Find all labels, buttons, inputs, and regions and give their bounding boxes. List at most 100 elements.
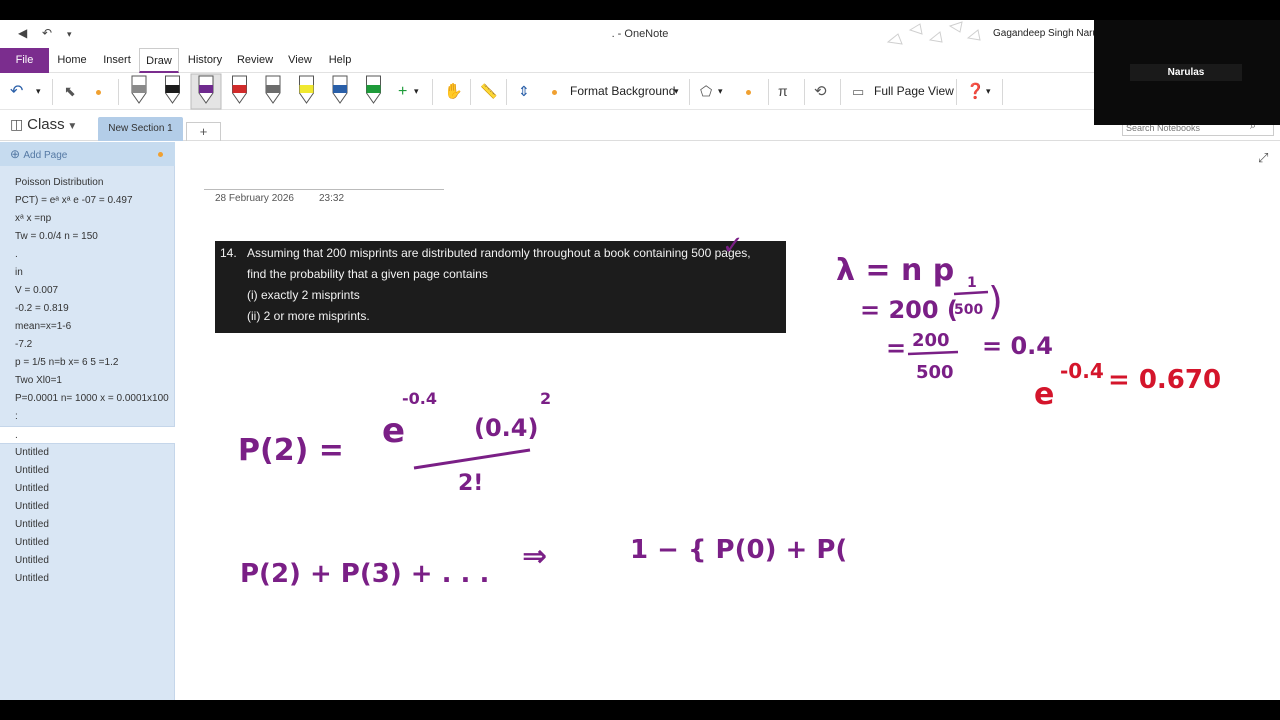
page-list-item[interactable]: in — [0, 264, 175, 282]
add-section-button[interactable]: + — [186, 122, 221, 141]
notebook-selector[interactable]: ◫ Class ▼ — [10, 116, 77, 133]
pen-icon[interactable] — [366, 75, 381, 104]
add-page-dot-icon — [158, 152, 163, 157]
video-participant-name: Narulas — [1130, 64, 1242, 81]
pen-icon[interactable] — [299, 75, 314, 104]
page-list-item[interactable]: Untitled — [0, 516, 175, 534]
page-list-item[interactable]: -0.2 = 0.819 — [0, 300, 175, 318]
convert-dot-icon[interactable] — [746, 73, 751, 110]
select-arrow-icon[interactable]: ⬉ — [64, 73, 76, 110]
ink-complement: 1 − { P(0) + P( — [630, 535, 847, 565]
undo-dropdown-icon[interactable]: ▾ — [36, 73, 41, 110]
tab-home[interactable]: Home — [54, 48, 90, 73]
onenote-window: ◀ ↶ ▾ . - OneNote Gagandeep Singh Narula… — [0, 20, 1280, 700]
pen-icon[interactable] — [165, 75, 180, 104]
check-mark: ✓ — [722, 231, 744, 261]
page-list-item[interactable]: . — [0, 426, 175, 444]
undo-icon[interactable]: ↶ — [10, 73, 23, 110]
page-list-item[interactable]: mean=x=1-6 — [0, 318, 175, 336]
page-list-item[interactable]: Two Xl0=1 — [0, 372, 175, 390]
help-dropdown-icon[interactable]: ▾ — [986, 73, 991, 110]
pen-icon[interactable] — [332, 75, 348, 104]
add-circle-icon: ⊕ — [10, 147, 24, 161]
page-list-item[interactable]: Untitled — [0, 462, 175, 480]
notebook-icon: ◫ — [10, 116, 28, 132]
add-pen-dropdown-icon[interactable]: ▾ — [414, 73, 419, 110]
page-list-item[interactable]: xᵃ x =np — [0, 210, 175, 228]
pen-icon[interactable] — [190, 73, 222, 110]
page-list-item[interactable]: Poisson Distribution — [0, 174, 175, 192]
page-list-item[interactable]: : — [0, 408, 175, 426]
page-list-item[interactable]: V = 0.007 — [0, 282, 175, 300]
shapes-dropdown-icon[interactable]: ▾ — [718, 73, 723, 110]
ink-red-val: = 0.670 — [1108, 365, 1221, 395]
ink-calc2-bar — [907, 350, 959, 356]
ink-calc1-close: ) — [988, 279, 1003, 323]
format-background-dropdown-icon[interactable]: ▾ — [674, 73, 679, 110]
page-list-item[interactable]: . — [0, 246, 175, 264]
page-list-item[interactable]: -7.2 — [0, 336, 175, 354]
ribbon-tabs: File Home Insert Draw History Review Vie… — [0, 48, 1280, 73]
section-bar: ◫ Class ▼ New Section 1 + ⌕ — [0, 110, 1280, 141]
pen-gallery — [131, 73, 381, 110]
tab-draw[interactable]: Draw — [139, 48, 179, 73]
ink-fraction-bar — [413, 448, 531, 470]
tab-insert[interactable]: Insert — [100, 48, 134, 73]
format-background-button[interactable]: Format Background — [570, 73, 675, 110]
add-pen-icon[interactable]: + — [398, 73, 407, 110]
page-list-item[interactable]: P=0.0001 n= 1000 x = 0.0001x100 — [0, 390, 175, 408]
ink-implies: ⇒ — [522, 539, 547, 574]
ink-calc1: = 200 ( — [860, 296, 958, 324]
page-list-item[interactable]: Untitled — [0, 570, 175, 588]
hand-pan-icon[interactable]: ✋ — [444, 73, 463, 110]
page-list-item[interactable]: Untitled — [0, 498, 175, 516]
decorative-shapes — [886, 21, 981, 45]
ink-calc2-val: = 0.4 — [982, 332, 1053, 360]
ink-power: 2 — [540, 389, 551, 408]
tab-history[interactable]: History — [186, 48, 224, 73]
ink-calc2-num: 200 — [912, 330, 950, 351]
tab-help[interactable]: Help — [326, 48, 354, 73]
ink-sum: P(2) + P(3) + . . . — [240, 559, 489, 589]
ruler-icon[interactable]: 📏 — [480, 73, 497, 110]
tab-section[interactable]: New Section 1 — [98, 117, 183, 141]
format-background-dot-icon — [552, 73, 557, 110]
pen-icon[interactable] — [232, 75, 247, 104]
full-page-view-button[interactable]: Full Page View — [874, 73, 954, 110]
pen-icon[interactable] — [265, 75, 281, 104]
page-list-item[interactable]: Tw = 0.0/4 n = 150 — [0, 228, 175, 246]
shapes-icon[interactable]: ⬠ — [700, 73, 712, 110]
ink-calc2-den: 500 — [916, 362, 954, 383]
insert-space-icon[interactable]: ⇕ — [518, 73, 530, 110]
ink-layer: ✓ P(2) = e -0.4 (0.4) 2 2! P(2) + P(3) +… — [238, 231, 1221, 589]
page-canvas[interactable]: ⤢ 28 February 2026 23:32 14. Assuming th… — [176, 142, 1280, 700]
page-list-item[interactable]: p = 1/5 n=b x= 6 5 =1.2 — [0, 354, 175, 372]
add-page-button[interactable]: ⊕ Add Page — [0, 142, 175, 166]
page-list-item[interactable]: PCT) = eᵃ xᵃ e -07 = 0.497 — [0, 192, 175, 210]
page-list-item[interactable]: Untitled — [0, 444, 175, 462]
page-list-pane: ⊕ Add Page Poisson Distribution PCT) = eᵃ… — [0, 142, 175, 700]
tab-review[interactable]: Review — [236, 48, 274, 73]
ink-eq-lead: = — [886, 334, 906, 362]
page-list: Poisson Distribution PCT) = eᵃ xᵃ e -07 =… — [0, 174, 175, 588]
ink-power-base: (0.4) — [474, 414, 538, 442]
replay-icon[interactable]: ⟲ — [814, 73, 827, 110]
add-page-label: Add Page — [23, 150, 68, 161]
page-list-item[interactable]: Untitled — [0, 480, 175, 498]
pen-icon[interactable] — [131, 75, 147, 104]
full-page-view-icon[interactable]: ▭ — [852, 73, 864, 110]
ink-lambda: λ = n p — [836, 253, 954, 288]
ink-e: e — [382, 411, 405, 451]
tab-file[interactable]: File — [0, 48, 49, 73]
page-list-item[interactable]: Untitled — [0, 552, 175, 570]
page-list-item[interactable]: Untitled — [0, 534, 175, 552]
ink-p2: P(2) = — [238, 433, 344, 468]
ink-denominator: 2! — [458, 471, 483, 496]
help-icon[interactable]: ❓ — [966, 73, 985, 110]
lasso-dot-icon[interactable] — [96, 73, 101, 110]
title-bar: ◀ ↶ ▾ . - OneNote Gagandeep Singh Narula — [0, 20, 1280, 48]
user-name[interactable]: Gagandeep Singh Narula — [993, 28, 1106, 39]
ink-frac-den: 500 — [954, 302, 983, 318]
tab-view[interactable]: View — [287, 48, 313, 73]
math-pi-icon[interactable]: π — [778, 73, 788, 110]
